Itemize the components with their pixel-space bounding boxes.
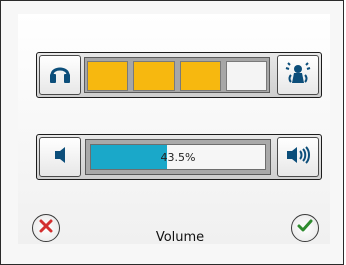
volume-row: 43.5%: [36, 134, 322, 180]
speaker-high-icon: [285, 144, 311, 170]
cancel-button[interactable]: [32, 214, 60, 242]
close-icon: [37, 217, 55, 239]
dialog-title: Volume: [155, 230, 205, 245]
headphones-button[interactable]: [39, 55, 81, 95]
volume-slider[interactable]: 43.5%: [85, 139, 271, 175]
mode-segment-1[interactable]: [87, 61, 129, 91]
headphones-icon: [48, 61, 72, 89]
speaker-person-button[interactable]: [277, 55, 319, 95]
speaker-low-icon: [50, 145, 70, 169]
mode-row: [36, 52, 322, 98]
dialog-background: [18, 14, 330, 244]
mode-selector: [84, 57, 270, 93]
mode-segment-2[interactable]: [133, 61, 175, 91]
volume-value: 43.5%: [160, 150, 196, 164]
check-icon: [296, 217, 314, 239]
mode-segment-3[interactable]: [179, 61, 221, 91]
mode-segment-4[interactable]: [225, 61, 267, 91]
speaker-person-icon: [285, 61, 311, 89]
ok-button[interactable]: [291, 214, 319, 242]
volume-down-button[interactable]: [39, 137, 81, 177]
volume-track: 43.5%: [90, 144, 266, 170]
volume-up-button[interactable]: [277, 137, 319, 177]
